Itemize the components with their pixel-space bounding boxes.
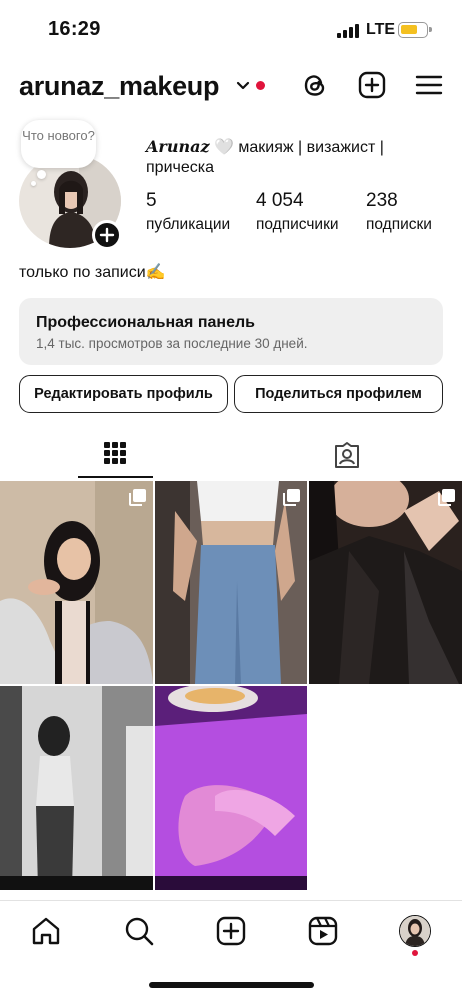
post-image xyxy=(0,686,153,890)
post-tile[interactable] xyxy=(0,686,153,890)
post-image xyxy=(155,686,307,890)
tagged-icon xyxy=(335,442,359,468)
profile-name-block: Arunaz 🤍 макияж | визажист | прическа xyxy=(146,137,446,178)
profile-avatar-tab[interactable] xyxy=(399,915,431,947)
post-image xyxy=(0,481,153,684)
stat-following[interactable]: 238 подписки xyxy=(366,190,432,234)
stat-posts[interactable]: 5 публикации xyxy=(146,190,230,234)
post-image xyxy=(309,481,462,684)
professional-dashboard-subtitle: 1,4 тыс. просмотров за последние 30 дней… xyxy=(36,336,308,351)
heart-emoji: 🤍 xyxy=(214,139,234,156)
grid-icon xyxy=(104,442,126,464)
post-tile[interactable] xyxy=(155,686,307,890)
stat-following-value: 238 xyxy=(366,190,398,211)
professional-dashboard[interactable]: Профессиональная панель 1,4 тыс. просмот… xyxy=(19,298,443,365)
tab-posts-grid[interactable] xyxy=(0,432,231,480)
carousel-icon xyxy=(129,489,146,506)
network-label: LTE xyxy=(366,21,396,38)
stat-followers-label: подписчики xyxy=(256,216,339,233)
edit-profile-button[interactable]: Редактировать профиль xyxy=(19,375,228,413)
add-story-button[interactable] xyxy=(92,220,122,250)
profile-header: arunaz_makeup xyxy=(0,62,462,112)
create-icon[interactable] xyxy=(215,915,247,947)
post-tile[interactable] xyxy=(0,481,153,684)
share-profile-button[interactable]: Поделиться профилем xyxy=(234,375,443,413)
plus-icon xyxy=(99,227,115,243)
stat-posts-value: 5 xyxy=(146,190,157,211)
chevron-down-icon[interactable] xyxy=(235,77,251,93)
profile-bio: только по записи✍️ xyxy=(19,264,166,281)
stat-followers[interactable]: 4 054 подписчики xyxy=(256,190,339,234)
search-icon[interactable] xyxy=(123,915,155,947)
threads-icon[interactable] xyxy=(300,70,330,100)
carousel-icon xyxy=(438,489,455,506)
signal-icon xyxy=(337,24,361,38)
reels-icon[interactable] xyxy=(307,915,339,947)
home-icon[interactable] xyxy=(30,915,62,947)
active-tab-indicator xyxy=(78,476,153,478)
menu-icon[interactable] xyxy=(414,70,444,100)
post-tile[interactable] xyxy=(155,481,307,684)
note-bubble-tail-small xyxy=(31,181,36,186)
note-bubble-tail xyxy=(37,170,46,179)
note-bubble[interactable]: Что нового? xyxy=(21,120,96,168)
battery-icon xyxy=(398,22,432,38)
notification-dot xyxy=(256,81,265,90)
professional-dashboard-title: Профессиональная панель xyxy=(36,314,255,331)
post-image xyxy=(155,481,307,684)
carousel-icon xyxy=(283,489,300,506)
stat-following-label: подписки xyxy=(366,216,432,233)
create-icon[interactable] xyxy=(357,70,387,100)
display-name: Arunaz xyxy=(146,137,210,156)
stat-posts-label: публикации xyxy=(146,216,231,233)
status-bar: 16:29 LTE xyxy=(0,0,462,58)
tab-tagged[interactable] xyxy=(231,432,462,480)
profile-notification-dot xyxy=(412,950,418,956)
stat-followers-value: 4 054 xyxy=(256,190,304,211)
home-indicator[interactable] xyxy=(149,982,314,988)
post-tile[interactable] xyxy=(309,481,462,684)
username-title[interactable]: arunaz_makeup xyxy=(19,71,219,102)
status-time: 16:29 xyxy=(48,18,101,40)
